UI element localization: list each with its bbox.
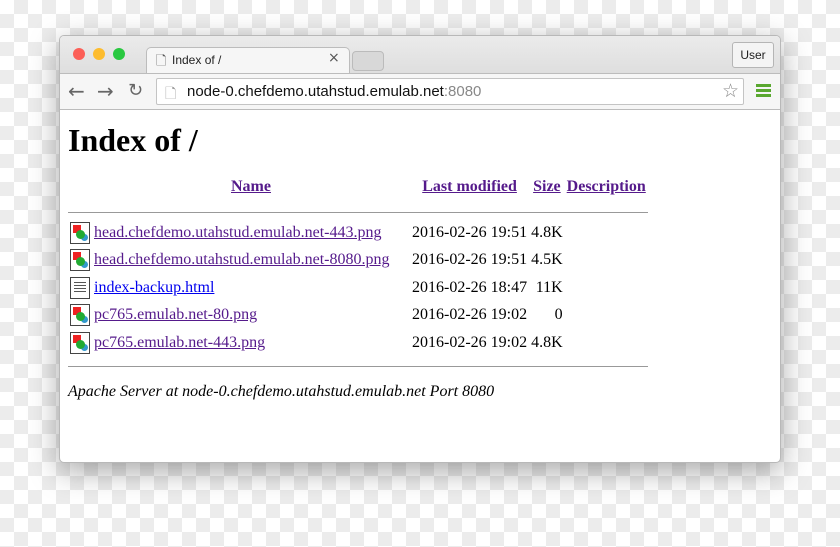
sort-size-link[interactable]: Size (533, 178, 561, 195)
title-bar: 🗋 Index of / × User (60, 36, 780, 75)
sort-modified-link[interactable]: Last modified (422, 178, 517, 195)
image-icon (70, 304, 90, 327)
table-row: pc765.emulab.net-443.png 2016-02-26 19:0… (68, 329, 648, 357)
minimize-window-button[interactable] (93, 48, 105, 60)
close-window-button[interactable] (73, 48, 85, 60)
image-icon (70, 249, 90, 272)
modified-cell: 2016-02-26 19:02 (412, 306, 528, 324)
new-tab-button[interactable] (352, 51, 384, 71)
file-link[interactable]: head.chefdemo.utahstud.emulab.net-443.pn… (94, 224, 381, 241)
user-button[interactable]: User (732, 42, 774, 68)
sort-description-link[interactable]: Description (567, 178, 646, 195)
tab-title: Index of / (172, 53, 222, 67)
sort-name-link[interactable]: Name (231, 178, 271, 195)
description-cell (565, 274, 648, 302)
reload-icon[interactable]: ↻ (128, 80, 143, 101)
toolbar: ← → ↻ 🗋 node-0.chefdemo.utahstud.emulab.… (60, 73, 780, 110)
page-icon: 🗋 (165, 86, 177, 102)
image-icon (70, 221, 90, 244)
table-row: head.chefdemo.utahstud.emulab.net-8080.p… (68, 247, 648, 275)
file-listing: Name Last modified Size Description head… (68, 175, 648, 371)
size-cell: 4.5K (531, 251, 563, 269)
close-tab-icon[interactable]: × (328, 50, 340, 66)
server-signature: Apache Server at node-0.chefdemo.utahstu… (68, 382, 495, 400)
page-icon: 🗋 (156, 54, 167, 69)
maximize-window-button[interactable] (113, 48, 125, 60)
description-cell (565, 219, 648, 247)
file-link[interactable]: pc765.emulab.net-443.png (94, 334, 265, 351)
description-cell (565, 247, 648, 275)
description-cell (565, 302, 648, 330)
file-link[interactable]: pc765.emulab.net-80.png (94, 306, 257, 323)
modified-cell: 2016-02-26 19:51 (412, 223, 528, 241)
size-cell: 4.8K (531, 333, 563, 351)
size-cell: 4.8K (531, 223, 563, 241)
back-icon[interactable]: ← (68, 79, 85, 103)
file-link[interactable]: index-backup.html (94, 279, 214, 296)
size-cell: 11K (535, 278, 563, 296)
image-icon (70, 331, 90, 354)
modified-cell: 2016-02-26 19:51 (412, 251, 528, 269)
modified-cell: 2016-02-26 18:47 (412, 278, 528, 296)
forward-icon[interactable]: → (97, 79, 114, 103)
size-cell: 0 (554, 306, 563, 324)
address-bar[interactable]: 🗋 node-0.chefdemo.utahstud.emulab.net:80… (156, 78, 744, 105)
browser-window: 🗋 Index of / × User ← → ↻ 🗋 node-0.chefd… (59, 35, 781, 463)
table-row: head.chefdemo.utahstud.emulab.net-443.pn… (68, 219, 648, 247)
bookmark-star-icon[interactable]: ☆ (722, 80, 739, 102)
modified-cell: 2016-02-26 19:02 (412, 333, 528, 351)
text-file-icon (70, 276, 90, 299)
table-row: pc765.emulab.net-80.png 2016-02-26 19:02… (68, 302, 648, 330)
page-content: Index of / Name Last modified Size Descr… (68, 122, 648, 401)
description-cell (565, 329, 648, 357)
table-row: index-backup.html 2016-02-26 18:47 11K (68, 274, 648, 302)
file-link[interactable]: head.chefdemo.utahstud.emulab.net-8080.p… (94, 251, 389, 268)
page-title: Index of / (68, 122, 198, 158)
menu-icon[interactable] (756, 84, 771, 99)
url-text: node-0.chefdemo.utahstud.emulab.net:8080 (187, 83, 482, 100)
